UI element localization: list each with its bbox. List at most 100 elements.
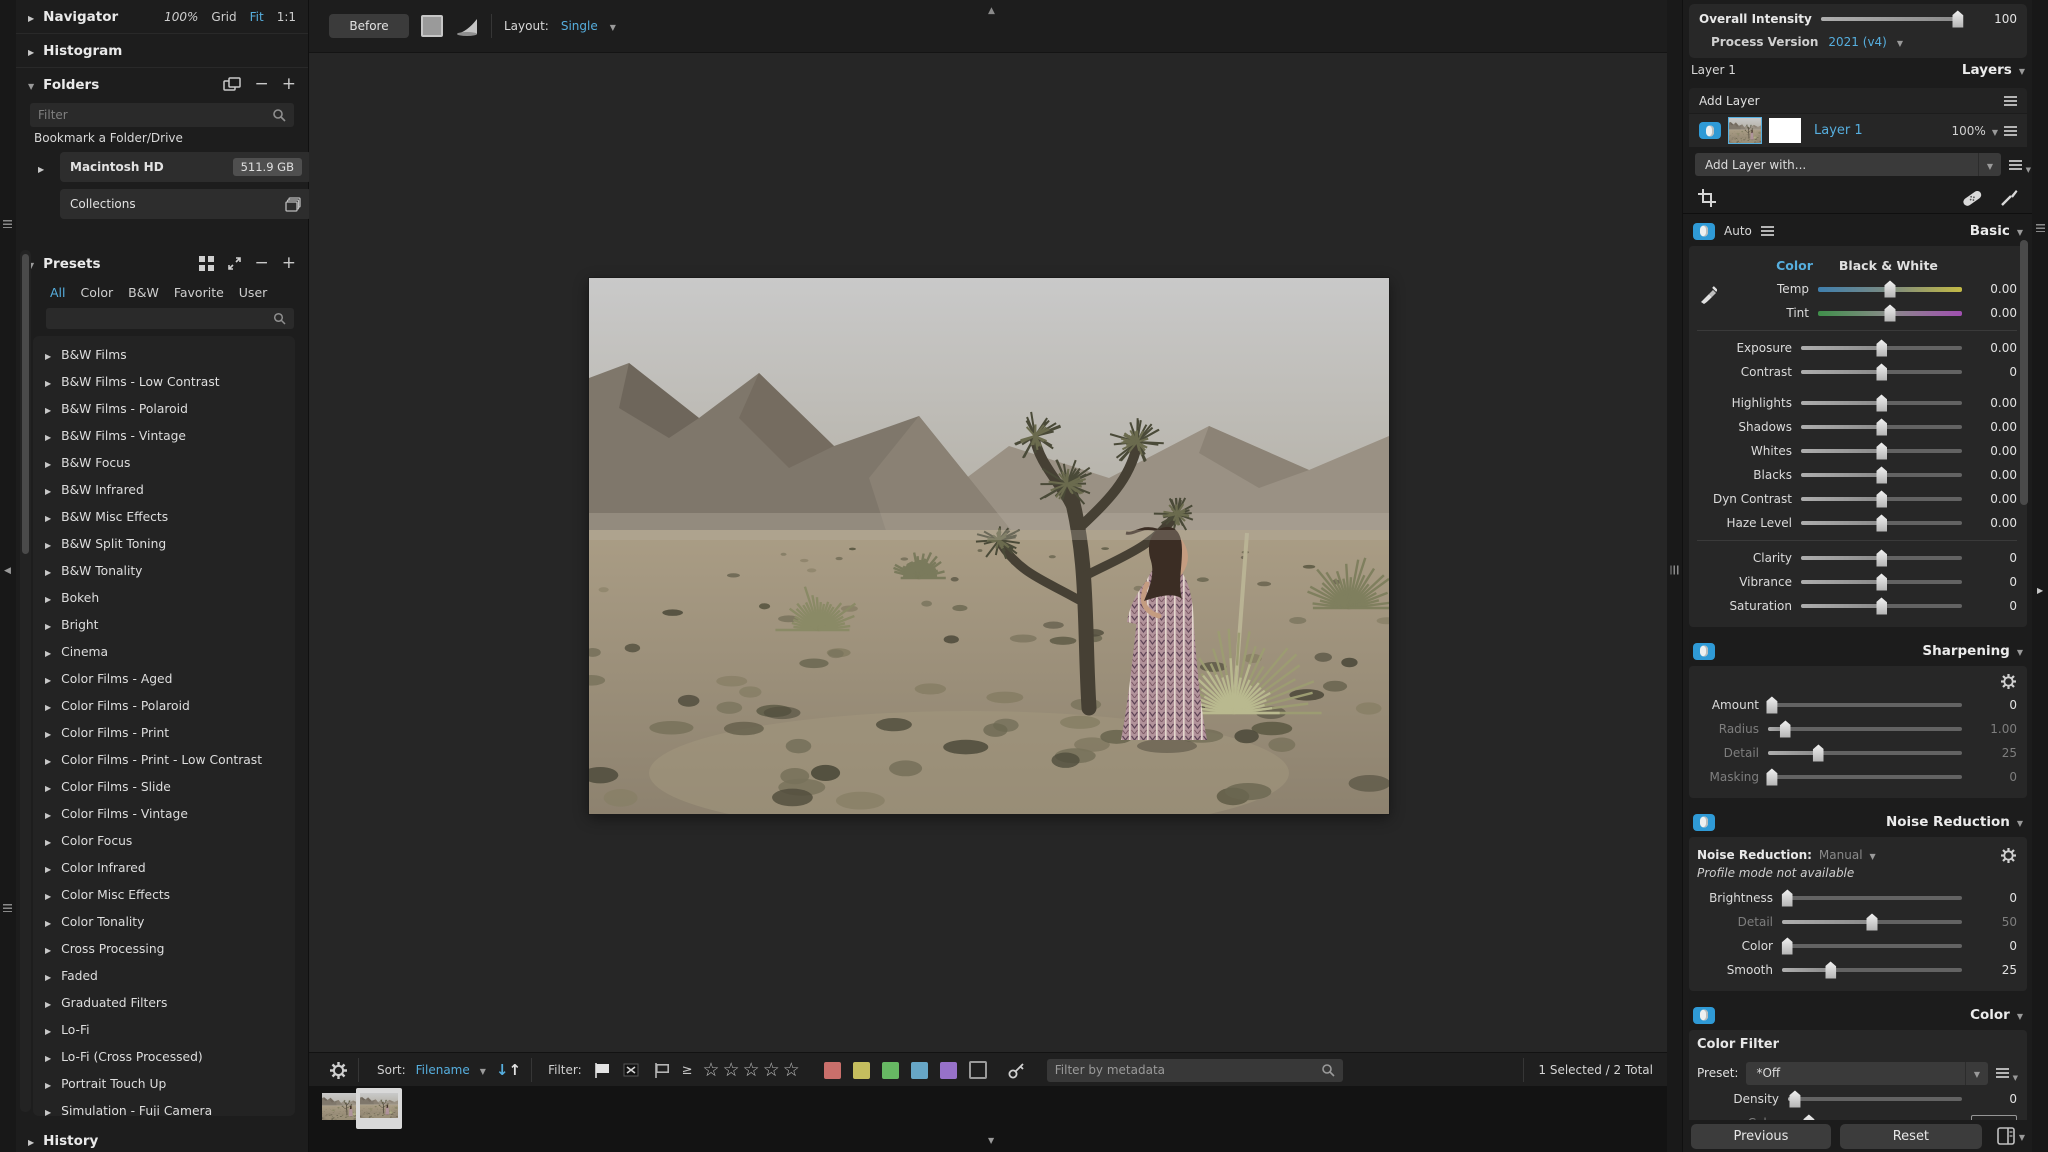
sharpening-pane-title[interactable]: Sharpening: [1922, 643, 2023, 659]
slider-track[interactable]: [1818, 280, 1962, 298]
color-label-filter-2[interactable]: [852, 1061, 870, 1079]
healing-brush-icon[interactable]: [1961, 189, 1983, 207]
slider-handle[interactable]: [1812, 744, 1824, 762]
flag-unmarked-icon[interactable]: [652, 1062, 672, 1079]
add-preset-button[interactable]: +: [282, 255, 296, 272]
wb-tab-black-white[interactable]: Black & White: [1839, 258, 1938, 273]
preset-category[interactable]: B&W Films - Low Contrast: [33, 368, 295, 395]
slider-handle[interactable]: [1876, 394, 1887, 412]
noise-reduction-pane-header[interactable]: Noise Reduction: [1683, 807, 2033, 837]
grid-view-icon[interactable]: [198, 256, 214, 271]
preset-category[interactable]: Color Misc Effects: [33, 881, 295, 908]
slider-track[interactable]: [1801, 549, 1962, 567]
slider-track[interactable]: [1782, 961, 1962, 979]
menu-icon[interactable]: [2004, 95, 2017, 106]
slider-handle[interactable]: [1781, 937, 1793, 955]
soft-proof-icon[interactable]: [455, 16, 479, 36]
histogram-header[interactable]: Histogram: [16, 34, 308, 68]
slider-handle[interactable]: [1766, 696, 1778, 714]
sort-select[interactable]: Filename: [416, 1063, 470, 1077]
reset-button[interactable]: Reset: [1839, 1123, 1982, 1149]
preset-category[interactable]: Color Films - Print: [33, 719, 295, 746]
slider-track[interactable]: [1801, 597, 1962, 615]
slider-handle[interactable]: [1876, 442, 1887, 460]
expand-right-panel-arrow[interactable]: [2037, 582, 2043, 596]
preset-category[interactable]: Color Films - Vintage: [33, 800, 295, 827]
slider-handle[interactable]: [1876, 418, 1887, 436]
color-label-filter-none[interactable]: [968, 1061, 987, 1079]
preset-category[interactable]: Color Films - Slide: [33, 773, 295, 800]
presets-header[interactable]: Presets − +: [16, 247, 308, 280]
previous-button[interactable]: Previous: [1691, 1123, 1831, 1149]
slider-track[interactable]: [1766, 768, 1962, 786]
folders-header[interactable]: Folders − +: [16, 68, 308, 101]
eyedropper-icon[interactable]: [1699, 284, 1717, 304]
preset-category[interactable]: Color Tonality: [33, 908, 295, 935]
photo-canvas[interactable]: [309, 53, 1667, 1052]
collections-row[interactable]: Collections: [60, 189, 312, 219]
preset-category[interactable]: Portrait Touch Up: [33, 1070, 295, 1097]
expand-view-icon[interactable]: [227, 256, 242, 271]
preset-category[interactable]: Cinema: [33, 638, 295, 665]
slider-handle[interactable]: [1789, 1090, 1801, 1108]
gear-icon[interactable]: [2000, 847, 2017, 864]
collapse-left-panel-arrow[interactable]: [4, 562, 11, 576]
slider-handle[interactable]: [1866, 913, 1878, 931]
nr-mode-select[interactable]: Manual: [1819, 848, 1863, 862]
grid-option[interactable]: Grid: [211, 10, 236, 24]
fit-option[interactable]: Fit: [250, 10, 264, 24]
color-label-filter-1[interactable]: [823, 1061, 841, 1079]
dual-folder-icon[interactable]: [222, 77, 242, 92]
menu-with-caret-icon[interactable]: [2009, 160, 2031, 174]
presets-scrollbar-thumb[interactable]: [22, 254, 29, 554]
overall-intensity-slider[interactable]: [1820, 10, 1964, 28]
add-layer-row[interactable]: Add Layer: [1689, 88, 2027, 113]
preset-category[interactable]: B&W Films - Polaroid: [33, 395, 295, 422]
slider-handle[interactable]: [1876, 549, 1887, 567]
panel-grip-icon[interactable]: [3, 220, 12, 228]
crop-tool-icon[interactable]: [1697, 188, 1717, 208]
sharpening-enable-toggle[interactable]: [1693, 642, 1715, 660]
preset-category[interactable]: Color Focus: [33, 827, 295, 854]
wb-tab-color[interactable]: Color: [1776, 258, 1813, 273]
slider-track[interactable]: [1781, 937, 1962, 955]
preset-category[interactable]: B&W Split Toning: [33, 530, 295, 557]
before-button[interactable]: Before: [329, 14, 409, 38]
slider-track[interactable]: [1801, 466, 1962, 484]
layout-select[interactable]: Single: [561, 19, 598, 33]
auto-button[interactable]: Auto: [1724, 224, 1752, 238]
slider-handle[interactable]: [1876, 363, 1887, 381]
slider-handle[interactable]: [1884, 280, 1896, 298]
slider-track[interactable]: [1801, 339, 1962, 357]
opacity-caret-icon[interactable]: [1992, 124, 1998, 138]
menu-icon[interactable]: [1760, 226, 1774, 236]
flag-rejected-icon[interactable]: [622, 1062, 642, 1079]
photo-image[interactable]: [589, 278, 1389, 814]
preset-category[interactable]: Color Films - Aged: [33, 665, 295, 692]
divider-grip-icon[interactable]: [1670, 565, 1679, 575]
gear-icon[interactable]: [329, 1061, 348, 1080]
slider-track[interactable]: [1768, 744, 1962, 762]
color-label-filter-4[interactable]: [910, 1061, 928, 1079]
slider-track[interactable]: [1801, 394, 1962, 412]
slider-track[interactable]: [1818, 304, 1962, 322]
color-pane-title[interactable]: Color: [1970, 1007, 2023, 1023]
thumbnail-2-selected[interactable]: [356, 1088, 402, 1129]
basic-enable-toggle[interactable]: [1693, 222, 1715, 240]
slider-handle[interactable]: [1779, 720, 1791, 738]
panel-layout-icon[interactable]: [1997, 1127, 2015, 1145]
slider-handle[interactable]: [1876, 514, 1887, 532]
slider-handle[interactable]: [1884, 304, 1896, 322]
navigator-header[interactable]: Navigator 100% Grid Fit 1:1: [16, 0, 308, 34]
layer-opacity-select[interactable]: 100%: [1952, 124, 1986, 138]
sort-direction-icon[interactable]: ↓↑: [496, 1061, 521, 1079]
collapse-bottom-arrow[interactable]: [988, 1132, 994, 1146]
slider-track[interactable]: [1801, 490, 1962, 508]
preset-category[interactable]: B&W Films - Vintage: [33, 422, 295, 449]
remove-folder-button[interactable]: −: [255, 76, 269, 93]
preset-category[interactable]: Graduated Filters: [33, 989, 295, 1016]
add-folder-button[interactable]: +: [282, 76, 296, 93]
slider-track[interactable]: [1801, 418, 1962, 436]
basic-pane-header[interactable]: Auto Basic: [1683, 216, 2033, 246]
preset-category[interactable]: Faded: [33, 962, 295, 989]
